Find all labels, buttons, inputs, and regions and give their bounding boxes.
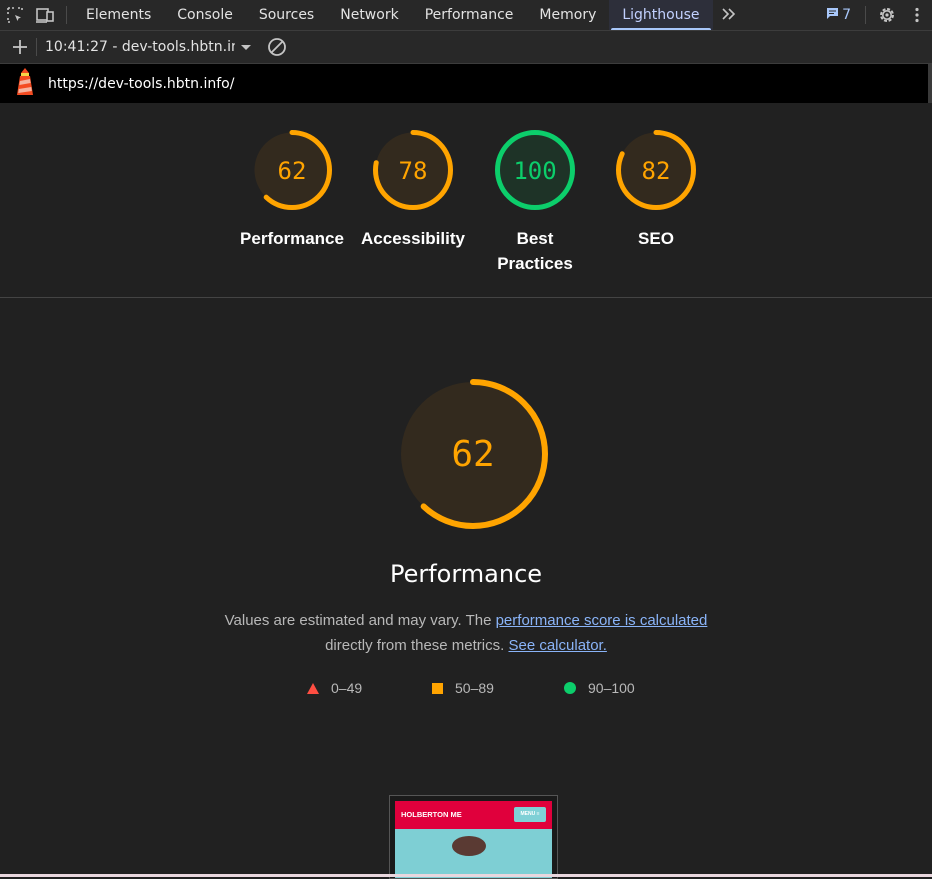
lighthouse-logo-icon [14,67,36,101]
performance-title: Performance [389,560,543,588]
desc-prefix: Values are estimated and may vary. The [224,612,496,629]
toolbar-divider-right [865,6,866,24]
tab-network[interactable]: Network [327,0,411,30]
issues-count: 7 [842,7,851,23]
thumbnail-image [452,836,486,856]
category-gauges: 62 Performance 78 Accessibility 100 Best… [0,104,932,298]
legend-pass-label: 90–100 [588,680,635,696]
gauge-score: 82 [642,157,671,185]
gauge-label: Performance [240,229,344,248]
score-calculated-link[interactable]: performance score is calculated [496,612,708,629]
desc-mid: directly from these metrics. [325,637,505,654]
gauge-ring: 82 [616,130,696,210]
clear-report-icon[interactable] [267,37,287,57]
gauge-score: 62 [278,157,307,185]
gauge-label: SEO [638,229,674,248]
tab-memory[interactable]: Memory [526,0,609,30]
report-selector-label: 10:41:27 - dev-tools.hbtn.info [45,39,235,55]
gauge-ring: 62 [252,130,332,210]
tab-console[interactable]: Console [164,0,246,30]
score-legend: 0–49 50–89 90–100 [0,680,932,700]
inspect-element-icon[interactable] [0,0,30,30]
tab-lighthouse[interactable]: Lighthouse [609,0,713,30]
legend-average: 50–89 [432,680,494,696]
gauge-best-practices[interactable]: 100 Best Practices [475,128,595,276]
new-report-icon[interactable] [0,31,40,63]
gauge-label-line1: Best [516,229,554,248]
gauge-score: 78 [399,157,428,185]
tab-elements[interactable]: Elements [73,0,164,30]
legend-fail-label: 0–49 [331,680,363,696]
gauge-ring: 78 [373,130,453,210]
gauge-performance[interactable]: 62 Performance [232,128,352,251]
gauge-label: Accessibility [361,229,465,248]
performance-description: Values are estimated and may vary. The p… [0,608,932,658]
report-selector[interactable]: 10:41:27 - dev-tools.hbtn.info [45,39,255,55]
square-icon [432,682,443,694]
scrollbar-edge [928,64,932,103]
toolbar-divider [66,6,67,24]
circle-icon [564,682,576,694]
legend-pass: 90–100 [564,680,635,696]
performance-gauge-large: 62 [397,378,549,530]
issues-counter[interactable]: 7 [818,7,859,24]
chevron-down-icon [241,44,251,50]
tab-sources[interactable]: Sources [246,0,327,30]
performance-score: 62 [451,434,494,475]
message-icon [826,7,839,24]
thumbnail-brand: HOLBERTON ME [401,810,462,819]
gear-icon[interactable] [872,0,902,30]
report-url-bar: https://dev-tools.hbtn.info/ [0,64,932,103]
gauge-label: Best Practices [475,226,595,276]
more-tabs-icon[interactable] [713,5,745,26]
devtools-tab-bar: Elements Console Sources Network Perform… [0,0,932,31]
report-url[interactable]: https://dev-tools.hbtn.info/ [48,76,234,92]
legend-fail: 0–49 [307,680,362,696]
gauge-score: 100 [513,157,556,185]
page-screenshot-thumbnail[interactable]: HOLBERTON ME MENU ≡ [389,795,558,879]
kebab-menu-icon[interactable] [902,0,932,30]
gauge-accessibility[interactable]: 78 Accessibility [353,128,473,251]
see-calculator-link[interactable]: See calculator. [508,637,606,654]
gauge-label-line2: Practices [497,254,573,273]
legend-average-label: 50–89 [455,680,494,696]
gauge-seo[interactable]: 82 SEO [596,128,716,251]
thumbnail-header: HOLBERTON ME MENU ≡ [395,801,552,829]
toolbar2-divider [36,38,37,56]
thumbnail-menu-button: MENU ≡ [514,807,546,822]
triangle-icon [307,682,319,694]
tab-performance[interactable]: Performance [412,0,527,30]
lighthouse-toolbar: 10:41:27 - dev-tools.hbtn.info [0,31,932,64]
gauge-ring: 100 [495,130,575,210]
device-toolbar-icon[interactable] [30,0,60,30]
